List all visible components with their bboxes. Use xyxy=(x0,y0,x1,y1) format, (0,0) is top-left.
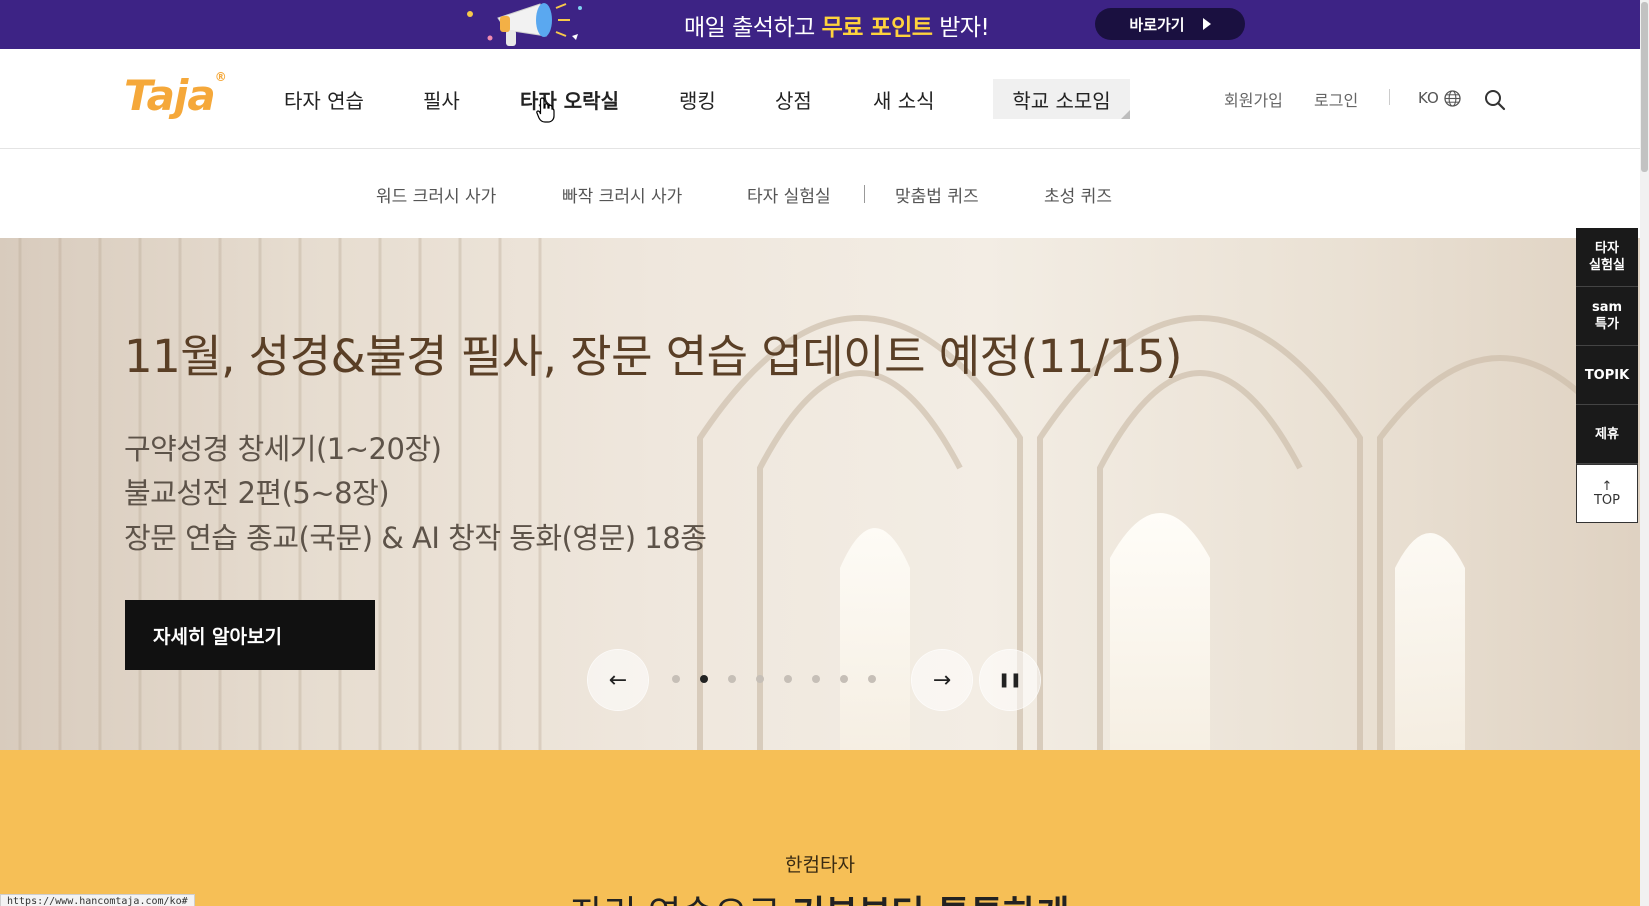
slide-dot-8[interactable] xyxy=(868,675,876,683)
next-slide-button[interactable]: → xyxy=(912,650,972,710)
nav-typing-arcade[interactable]: 타자 오락실 xyxy=(510,85,629,116)
arrow-left-icon: ← xyxy=(608,667,628,693)
vertical-scrollbar[interactable] xyxy=(1640,0,1649,906)
language-selector[interactable]: KO xyxy=(1418,89,1461,107)
nav-news[interactable]: 새 소식 xyxy=(873,85,935,114)
quick-sam-deal[interactable]: sam 특가 xyxy=(1576,287,1638,346)
arrow-up-icon: ↑ xyxy=(1601,478,1613,494)
search-icon[interactable] xyxy=(1484,89,1506,111)
megaphone-icon xyxy=(467,3,582,46)
play-arrow-icon xyxy=(1202,18,1211,30)
hand-cursor-icon xyxy=(536,97,555,123)
nav-ranking[interactable]: 랭킹 xyxy=(679,85,716,114)
quick-typing-lab[interactable]: 타자 실험실 xyxy=(1576,228,1638,287)
slide-dot-6[interactable] xyxy=(812,675,820,683)
divider xyxy=(864,185,865,203)
site-header: Taja® 타자 연습 필사 타자 오락실 랭킹 상점 새 소식 학교 소모임 … xyxy=(0,49,1640,149)
slide-dot-2[interactable] xyxy=(700,675,708,683)
promo-banner[interactable]: 매일 출석하고 무료 포인트 받자! 바로가기 xyxy=(0,0,1640,49)
pause-icon: ❚❚ xyxy=(998,672,1022,688)
slide-dot-1[interactable] xyxy=(672,675,680,683)
slide-dot-4[interactable] xyxy=(756,675,764,683)
quick-menu: 타자 실험실 sam 특가 TOPIK 제휴 ↑ TOP xyxy=(1576,228,1638,523)
pause-slider-button[interactable]: ❚❚ xyxy=(980,650,1040,710)
nav-typing-practice[interactable]: 타자 연습 xyxy=(284,85,364,114)
sub-typing-lab[interactable]: 타자 실험실 xyxy=(747,182,831,207)
promo-text: 매일 출석하고 무료 포인트 받자! xyxy=(684,15,990,41)
corner-fold-icon xyxy=(1121,110,1130,119)
hero-line: 장문 연습 종교(국문) & AI 창작 동화(영문) 18종 xyxy=(124,521,707,555)
slide-dot-7[interactable] xyxy=(840,675,848,683)
nav-transcription[interactable]: 필사 xyxy=(423,85,460,114)
slide-indicators xyxy=(672,675,876,683)
page: 매일 출석하고 무료 포인트 받자! 바로가기 Taja® 타자 연습 필사 타… xyxy=(0,0,1649,906)
scroll-top-button[interactable]: ↑ TOP xyxy=(1576,464,1638,523)
section-kicker: 한컴타자 xyxy=(785,854,855,876)
quick-topik[interactable]: TOPIK xyxy=(1576,346,1638,405)
nav-shop[interactable]: 상점 xyxy=(775,85,812,114)
sub-navigation: 워드 크러시 사가 빠작 크러시 사가 타자 실험실 맞춤법 퀴즈 초성 퀴즈 xyxy=(0,150,1640,238)
nav-school-group[interactable]: 학교 소모임 xyxy=(993,79,1130,119)
sub-word-crush-saga[interactable]: 워드 크러시 사가 xyxy=(376,182,496,207)
globe-icon xyxy=(1444,89,1461,107)
sub-ppajak-crush-saga[interactable]: 빠작 크러시 사가 xyxy=(562,182,682,207)
hero-title: 11월, 성경&불경 필사, 장문 연습 업데이트 예정(11/15) xyxy=(124,330,1182,383)
intro-section: 한컴타자 자리 연습으로 기본부터 튼튼하게 xyxy=(0,750,1640,906)
learn-more-button[interactable]: 자세히 알아보기 xyxy=(125,600,375,670)
slide-dot-5[interactable] xyxy=(784,675,792,683)
prev-slide-button[interactable]: ← xyxy=(588,650,648,710)
scrollbar-thumb[interactable] xyxy=(1641,2,1648,172)
sub-initial-consonant-quiz[interactable]: 초성 퀴즈 xyxy=(1044,182,1112,207)
arrow-right-icon: → xyxy=(932,667,952,693)
slide-dot-3[interactable] xyxy=(728,675,736,683)
section-heading: 자리 연습으로 기본부터 튼튼하게 xyxy=(0,885,1640,906)
promo-go-button[interactable]: 바로가기 xyxy=(1095,8,1245,40)
hero-line: 불교성전 2편(5~8장) xyxy=(124,476,390,510)
login-link[interactable]: 로그인 xyxy=(1314,87,1358,111)
hero-slider: 11월, 성경&불경 필사, 장문 연습 업데이트 예정(11/15) 구약성경… xyxy=(0,238,1640,750)
sub-spelling-quiz[interactable]: 맞춤법 퀴즈 xyxy=(895,182,979,207)
status-bar-url: https://www.hancomtaja.com/ko# xyxy=(0,894,195,906)
quick-partnership[interactable]: 제휴 xyxy=(1576,405,1638,464)
hero-line: 구약성경 창세기(1~20장) xyxy=(124,432,442,466)
taja-logo[interactable]: Taja® xyxy=(124,70,227,120)
signup-link[interactable]: 회원가입 xyxy=(1224,87,1283,111)
divider xyxy=(1389,89,1390,105)
